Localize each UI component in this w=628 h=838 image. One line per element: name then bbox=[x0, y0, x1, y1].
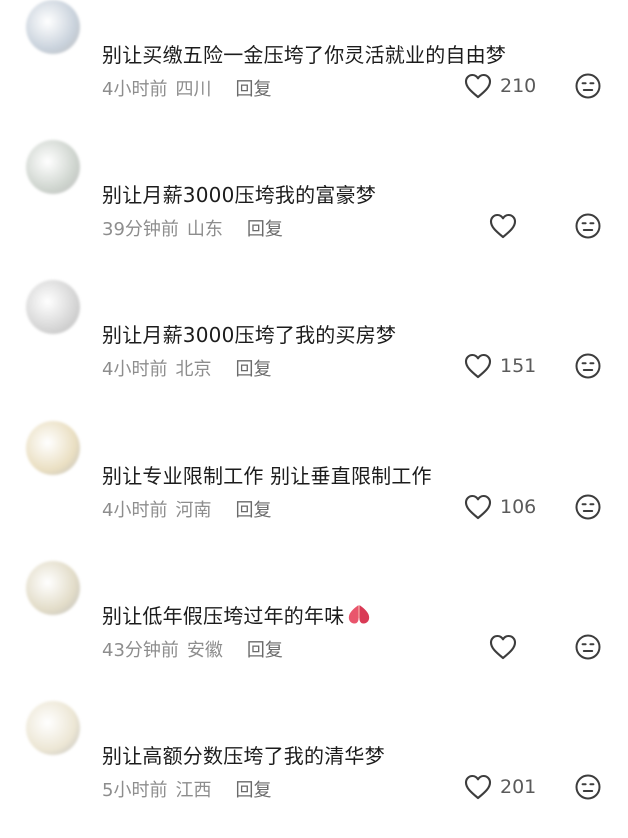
comment-meta: 39分钟前 山东 回复 bbox=[102, 215, 283, 241]
reply-button[interactable]: 回复 bbox=[235, 780, 271, 801]
avatar[interactable] bbox=[26, 561, 80, 615]
like-button[interactable]: 210 bbox=[464, 71, 536, 101]
comment-text: 别让月薪3000压垮了我的买房梦 bbox=[102, 323, 397, 347]
comment-text: 别让高额分数压垮了我的清华梦 bbox=[102, 744, 385, 768]
reply-button[interactable]: 回复 bbox=[247, 219, 283, 240]
comment-item: 别让低年假压垮过年的年味 43分钟前 安徽 回复 bbox=[0, 558, 628, 698]
like-count: 201 bbox=[500, 776, 537, 798]
heart-icon bbox=[489, 634, 517, 660]
comment-time: 4小时前 bbox=[102, 500, 168, 521]
comment-item: 别让专业限制工作 别让垂直限制工作 4小时前 河南 回复 106 bbox=[0, 418, 628, 558]
like-button[interactable]: 201 bbox=[464, 772, 536, 802]
comment-location: 河南 bbox=[175, 500, 212, 521]
avatar[interactable] bbox=[26, 421, 80, 475]
heart-icon bbox=[464, 774, 492, 800]
comment-meta: 4小时前 河南 回复 bbox=[102, 496, 271, 522]
comment-time: 4小时前 bbox=[102, 359, 168, 380]
heart-icon bbox=[464, 353, 492, 379]
avatar[interactable] bbox=[26, 140, 80, 194]
comment-location: 四川 bbox=[175, 79, 212, 100]
reply-button[interactable]: 回复 bbox=[235, 500, 271, 521]
pray-hands-emoji bbox=[344, 604, 372, 628]
like-button[interactable]: 106 bbox=[464, 492, 536, 522]
avatar[interactable] bbox=[26, 701, 80, 755]
reply-button[interactable]: 回复 bbox=[235, 79, 271, 100]
reply-button[interactable]: 回复 bbox=[247, 640, 283, 661]
comment-text: 别让月薪3000压垮我的富豪梦 bbox=[102, 183, 376, 207]
comment-meta: 4小时前 四川 回复 bbox=[102, 75, 271, 101]
like-count: 151 bbox=[500, 355, 537, 377]
heart-icon bbox=[489, 213, 517, 239]
comment-location: 江西 bbox=[175, 780, 212, 801]
dislike-icon[interactable] bbox=[574, 493, 602, 521]
comment-item: 别让月薪3000压垮了我的买房梦 4小时前 北京 回复 151 bbox=[0, 277, 628, 417]
like-button[interactable] bbox=[489, 632, 517, 662]
like-count: 106 bbox=[500, 496, 537, 518]
comment-item: 别让高额分数压垮了我的清华梦 5小时前 江西 回复 201 bbox=[0, 698, 628, 838]
like-button[interactable]: 151 bbox=[464, 351, 536, 381]
comment-meta: 5小时前 江西 回复 bbox=[102, 776, 271, 802]
comment-time: 39分钟前 bbox=[102, 219, 179, 240]
avatar[interactable] bbox=[26, 0, 80, 54]
reply-button[interactable]: 回复 bbox=[235, 359, 271, 380]
comment-item: 别让月薪3000压垮我的富豪梦 39分钟前 山东 回复 bbox=[0, 137, 628, 277]
dislike-icon[interactable] bbox=[574, 72, 602, 100]
dislike-icon[interactable] bbox=[574, 773, 602, 801]
comment-location: 安徽 bbox=[186, 640, 223, 661]
heart-icon bbox=[464, 494, 492, 520]
dislike-icon[interactable] bbox=[574, 633, 602, 661]
avatar[interactable] bbox=[26, 280, 80, 334]
comment-item: 别让买缴五险一金压垮了你灵活就业的自由梦 4小时前 四川 回复 210 bbox=[0, 0, 628, 137]
comment-meta: 43分钟前 安徽 回复 bbox=[102, 636, 283, 662]
comment-time: 5小时前 bbox=[102, 780, 168, 801]
comment-location: 山东 bbox=[186, 219, 223, 240]
comment-text: 别让买缴五险一金压垮了你灵活就业的自由梦 bbox=[102, 43, 506, 67]
comment-meta: 4小时前 北京 回复 bbox=[102, 355, 271, 381]
dislike-icon[interactable] bbox=[574, 352, 602, 380]
heart-icon bbox=[464, 73, 492, 99]
like-count: 210 bbox=[500, 75, 537, 97]
comment-location: 北京 bbox=[175, 359, 212, 380]
like-button[interactable] bbox=[489, 211, 517, 241]
comment-time: 43分钟前 bbox=[102, 640, 179, 661]
dislike-icon[interactable] bbox=[574, 212, 602, 240]
comment-text: 别让专业限制工作 别让垂直限制工作 bbox=[102, 464, 432, 488]
comment-time: 4小时前 bbox=[102, 79, 168, 100]
comment-text: 别让低年假压垮过年的年味 bbox=[102, 600, 372, 629]
